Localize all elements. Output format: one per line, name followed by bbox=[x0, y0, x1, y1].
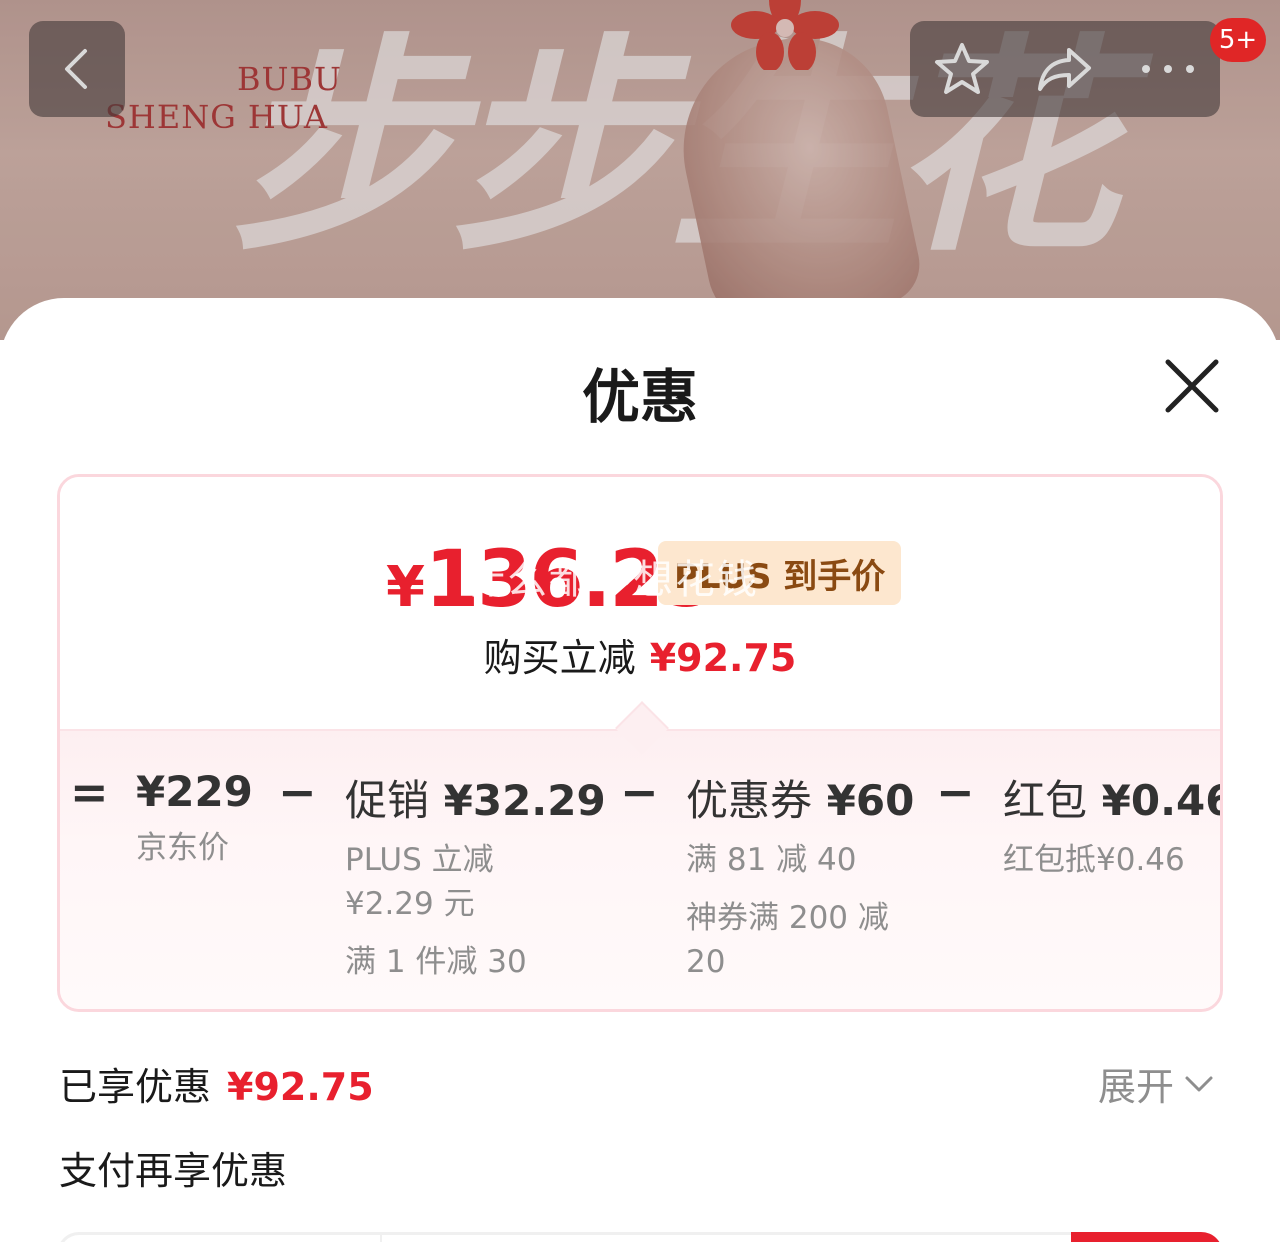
favorite-button[interactable] bbox=[911, 21, 1014, 117]
promo-item[interactable]: 促销 ¥32.29 PLUS 立减 ¥2.29 元 满 1 件减 30 bbox=[345, 767, 606, 984]
minus-sign: − bbox=[620, 765, 659, 819]
pay-more-discount-title: 支付再享优惠 bbox=[59, 1149, 288, 1193]
back-button[interactable] bbox=[29, 21, 125, 117]
enjoyed-discount: 已享优惠 ¥92.75 bbox=[59, 1065, 374, 1109]
red-packet-item[interactable]: 红包 ¥0.46 红包抵¥0.46 bbox=[1003, 767, 1220, 882]
notification-badge: 5+ bbox=[1210, 18, 1266, 62]
final-price-section: ¥136.25 PLUS 到手价 什么都不想花钱 购买立减 ¥92.75 bbox=[60, 477, 1220, 729]
more-button[interactable] bbox=[1117, 21, 1220, 117]
chevron-down-icon bbox=[1185, 1076, 1213, 1091]
equals-sign: = bbox=[70, 765, 109, 819]
minus-sign: − bbox=[278, 765, 317, 819]
minus-sign: − bbox=[936, 765, 975, 819]
expand-button[interactable]: 展开 bbox=[1098, 1056, 1214, 1111]
share-button[interactable] bbox=[1014, 21, 1117, 117]
instant-discount: 购买立减 ¥92.75 bbox=[483, 636, 797, 680]
close-icon bbox=[1165, 359, 1219, 413]
user-watermark: 什么都不想花钱 bbox=[465, 557, 759, 603]
chevron-left-icon bbox=[65, 49, 87, 89]
more-icon bbox=[1142, 65, 1194, 73]
star-icon bbox=[935, 43, 989, 94]
discount-formula: = ¥229 京东价 − 促销 ¥32.29 PLUS 立减 ¥2.29 元 满… bbox=[60, 729, 1220, 1009]
coupon-item[interactable]: 优惠券 ¥60 满 81 减 40 神券满 200 减 20 bbox=[686, 767, 914, 984]
jd-price-item: ¥229 京东价 bbox=[136, 767, 253, 866]
share-icon bbox=[1038, 48, 1091, 91]
top-action-group bbox=[910, 21, 1220, 117]
discount-sheet: 优惠 ¥136.25 PLUS 到手价 什么都不想花钱 购买立减 ¥92.75 =… bbox=[0, 298, 1280, 1242]
payment-offer-action[interactable] bbox=[1071, 1232, 1223, 1242]
payment-offers-card[interactable] bbox=[57, 1232, 1223, 1242]
price-breakdown-card: ¥136.25 PLUS 到手价 什么都不想花钱 购买立减 ¥92.75 = ¥2… bbox=[57, 474, 1223, 1012]
product-banner: 步步生花 BUBU SHENG HUA 5+ bbox=[0, 0, 1280, 340]
sheet-title: 优惠 bbox=[581, 363, 698, 431]
close-button[interactable] bbox=[1160, 354, 1224, 418]
